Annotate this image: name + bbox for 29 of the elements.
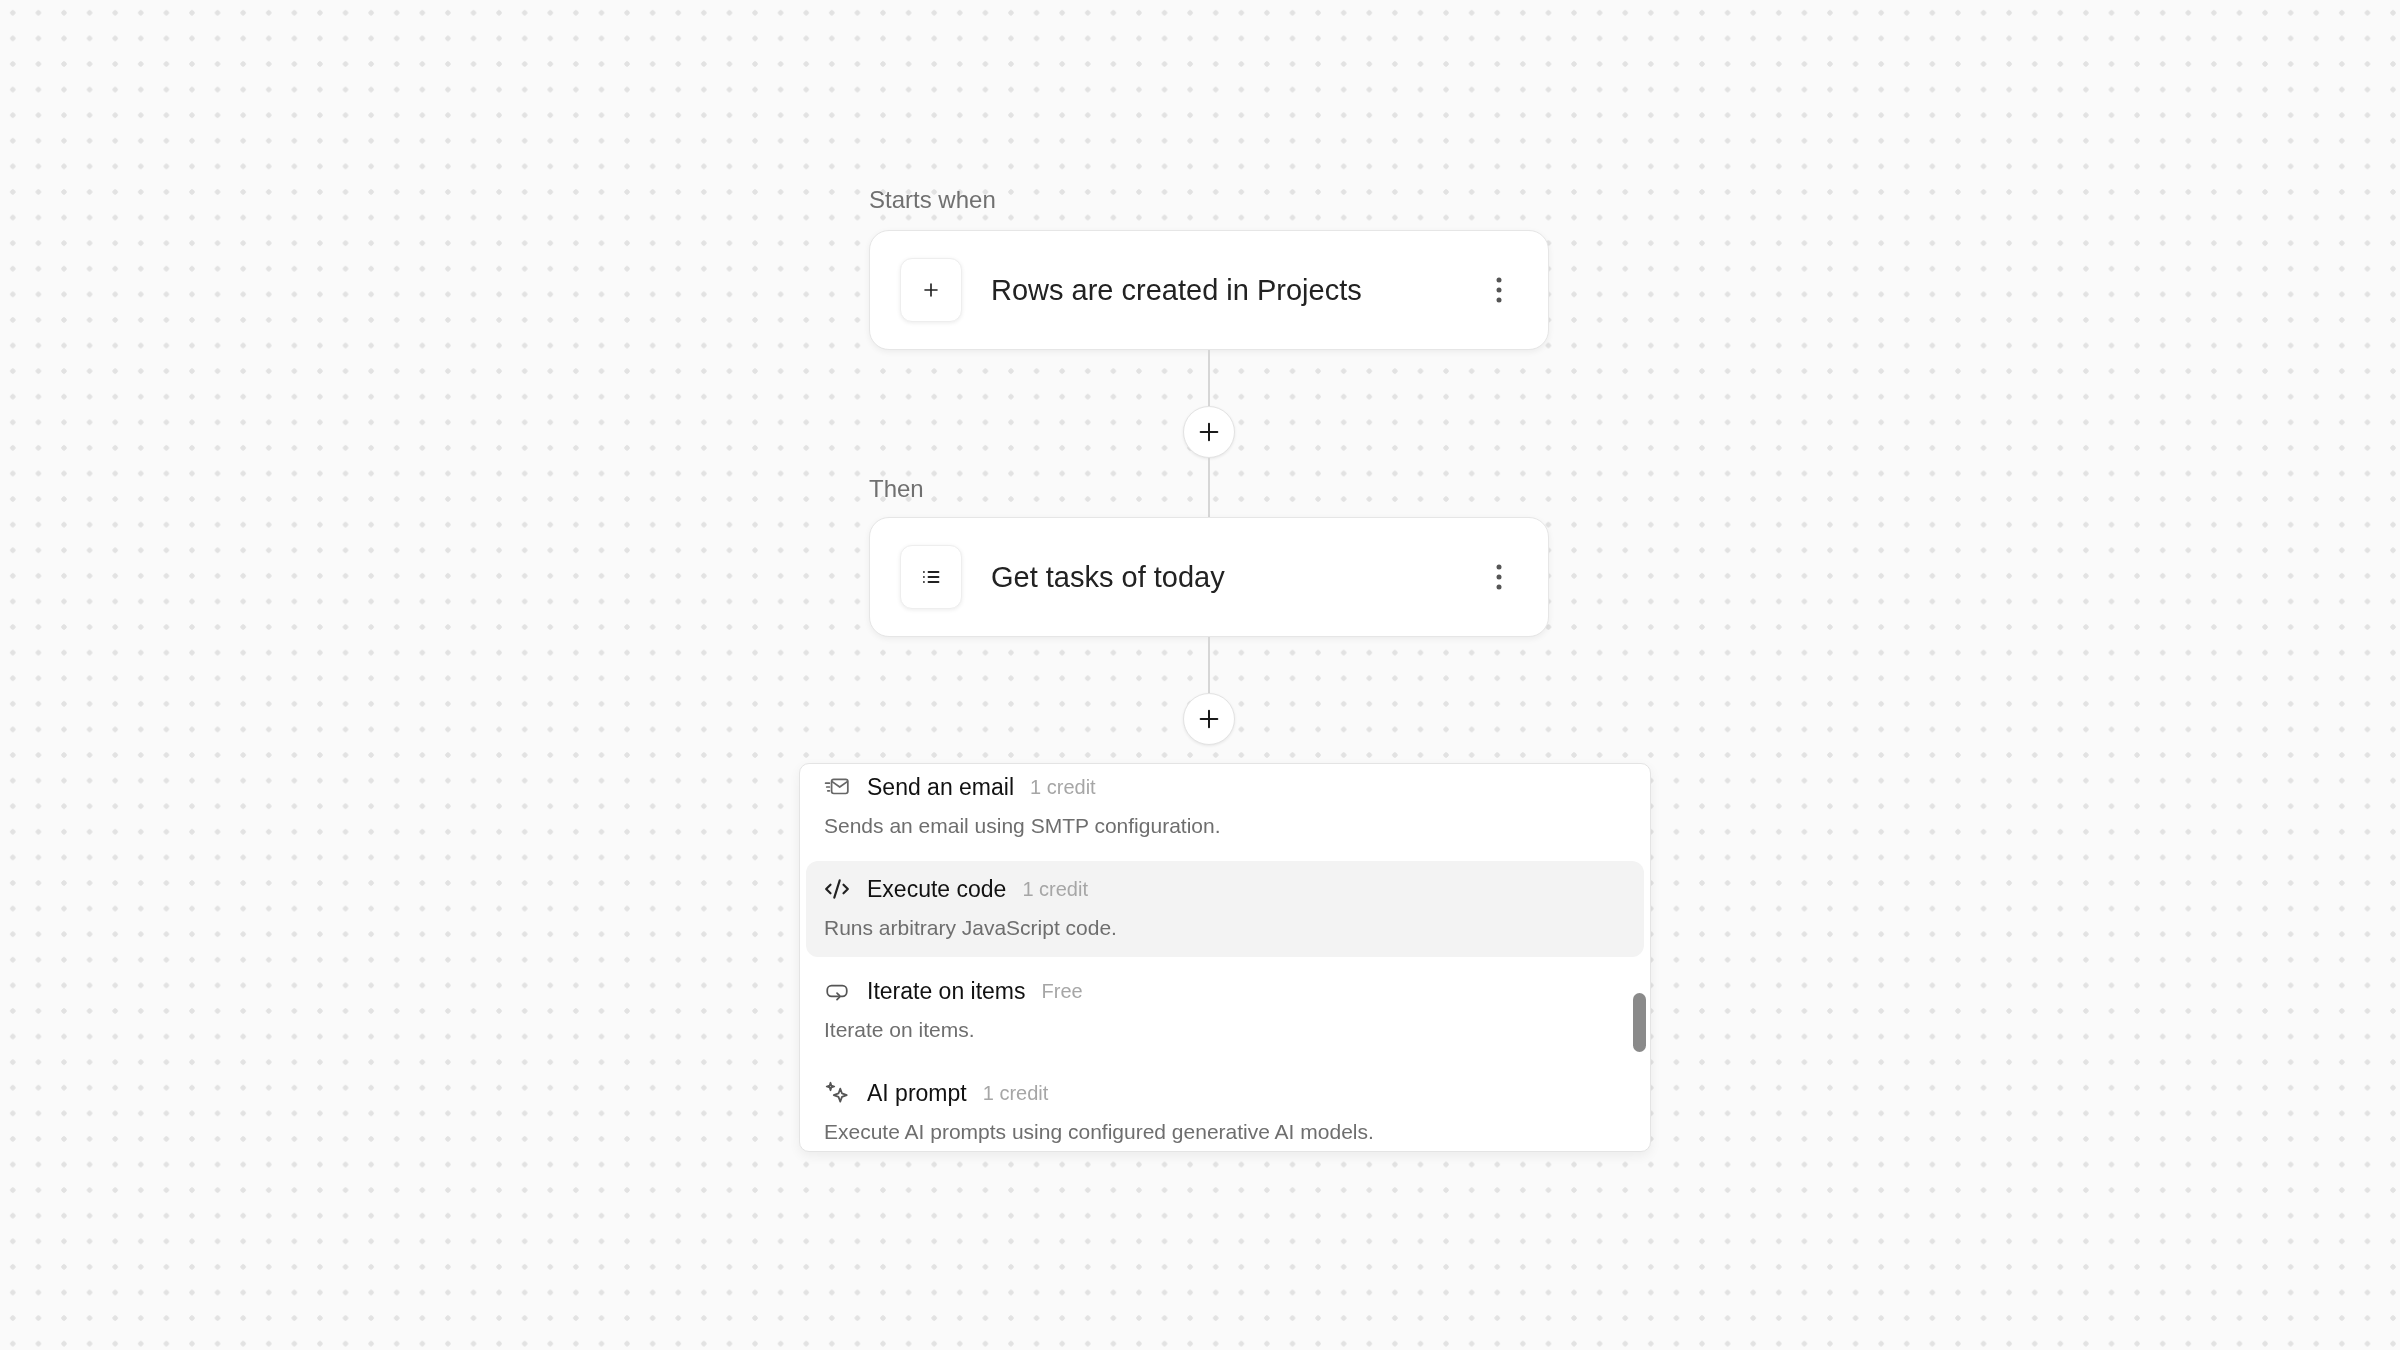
section-label: Starts when	[869, 186, 996, 214]
menu-item-title: AI prompt	[867, 1079, 967, 1107]
kebab-menu-icon[interactable]	[1496, 564, 1502, 590]
menu-item[interactable]: Execute code 1 credit Runs arbitrary JavaScript code.	[806, 861, 1644, 957]
scrollbar-thumb[interactable]	[1633, 993, 1646, 1052]
menu-item-title: Execute code	[867, 875, 1007, 903]
step-title: Get tasks of today	[991, 560, 1225, 595]
add-step-button[interactable]	[1183, 693, 1235, 745]
step-card[interactable]: Rows are created in Projects	[869, 230, 1549, 350]
menu-item-title: Send an email	[867, 773, 1015, 801]
menu-item-description: Runs arbitrary JavaScript code.	[824, 915, 1117, 941]
cost-label: 1 credit	[982, 1081, 1049, 1105]
add-step-button[interactable]	[1183, 406, 1235, 458]
step-card[interactable]: Get tasks of today	[869, 517, 1549, 637]
cost-label: 1 credit	[1030, 775, 1096, 799]
kebab-menu-icon[interactable]	[1496, 277, 1502, 303]
code-icon	[824, 876, 850, 902]
menu-item-description: Sends an email using SMTP configuration.	[824, 813, 1221, 839]
cost-label: Free	[1041, 979, 1083, 1003]
step-title: Rows are created in Projects	[991, 273, 1362, 308]
menu-item-title: Iterate on items	[867, 977, 1026, 1005]
section-label: Then	[869, 475, 924, 503]
plus-icon	[900, 258, 962, 322]
plus-icon	[1199, 422, 1219, 442]
menu-item-description: Iterate on items.	[824, 1017, 975, 1043]
plus-icon	[1199, 709, 1219, 729]
list-icon	[900, 545, 962, 609]
menu-item-description: Execute AI prompts using configured generative AI models.	[824, 1119, 1374, 1145]
cost-label: 1 credit	[1022, 877, 1088, 901]
